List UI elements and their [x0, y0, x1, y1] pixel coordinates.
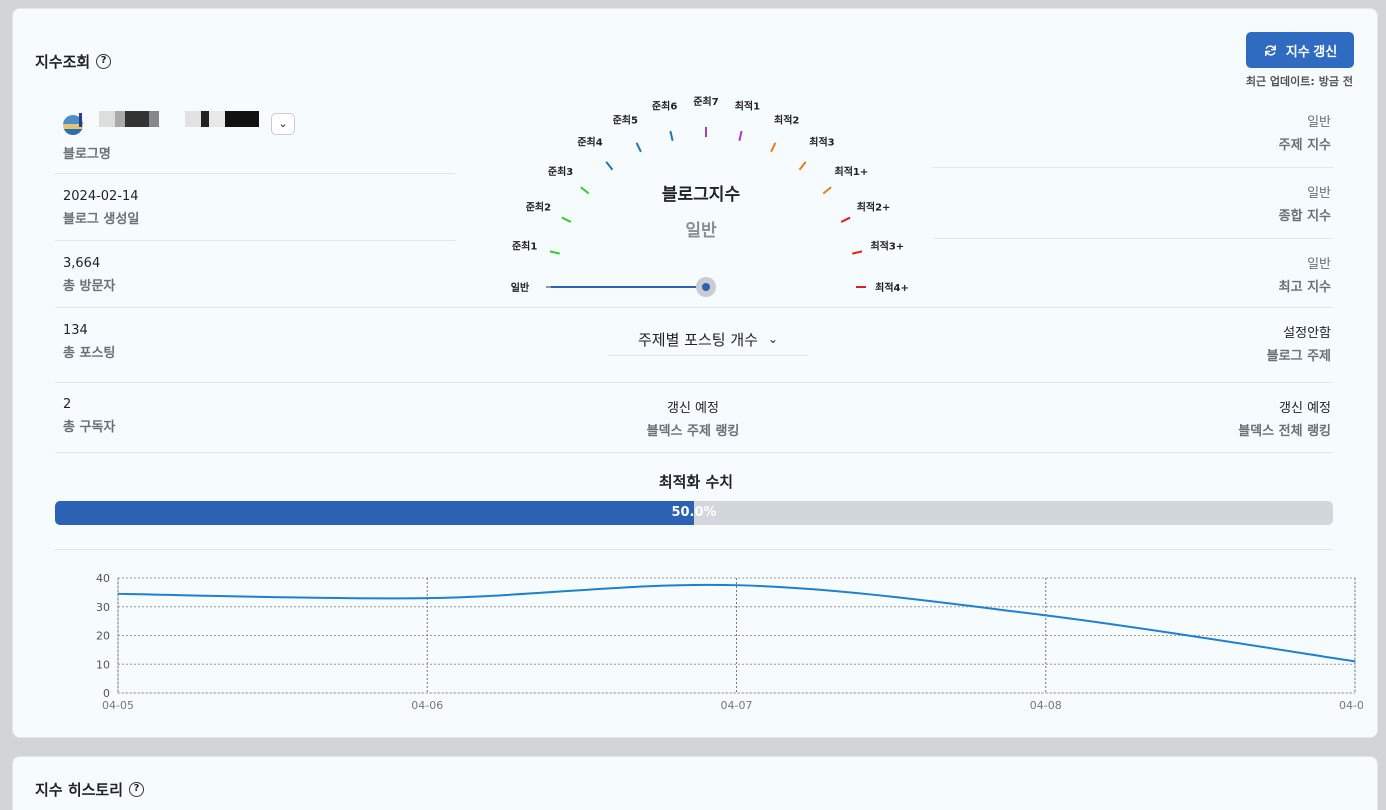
gauge-level-label: 준최1 — [512, 240, 537, 253]
gauge-level-label: 최적2+ — [857, 200, 891, 213]
index-lookup-card: 지수조회 ? 지수 갱신 최근 업데이트: 방금 전 ⌄ 블로그명 2024-02… — [12, 8, 1378, 738]
gauge-level-label: 준최7 — [693, 95, 718, 108]
stat-topic-index: 일반 주제 지수 — [1278, 115, 1331, 153]
stat-total-ranking: 갱신 예정 블덱스 전체 랭킹 — [1238, 401, 1331, 439]
divider — [55, 382, 1333, 383]
divider — [55, 173, 455, 174]
page-title: 지수조회 — [35, 53, 91, 71]
data-point — [426, 597, 428, 599]
gauge-level-label: 준최4 — [577, 136, 602, 149]
y-tick-label: 20 — [96, 630, 110, 643]
stat-visitors: 3,664 총 방문자 — [63, 256, 116, 294]
help-icon[interactable]: ? — [129, 782, 145, 797]
gauge-tick — [840, 216, 851, 223]
gauge-level-label: 일반 — [511, 281, 530, 294]
data-point — [1045, 614, 1047, 616]
gauge-level-label: 최적4+ — [875, 281, 909, 294]
stat-topic-ranking: 갱신 예정 블덱스 주제 랭킹 — [646, 401, 740, 439]
gauge-value: 일반 — [685, 221, 717, 241]
gauge-tick — [605, 161, 614, 171]
divider — [55, 452, 1333, 453]
gauge-level-label: 최적2 — [774, 113, 799, 126]
data-point — [736, 584, 737, 586]
gauge-level-label: 최적3 — [809, 136, 834, 149]
topic-dropdown-label: 주제별 포스팅 개수 — [638, 331, 758, 349]
chevron-down-icon: ⌄ — [278, 117, 288, 130]
history-title-row: 지수 히스토리 ? — [35, 779, 145, 800]
x-tick-label: 04-05 — [102, 699, 134, 712]
refresh-icon — [1264, 44, 1276, 56]
gauge-level-label: 준최6 — [652, 100, 677, 113]
gauge-title: 블로그지수 — [662, 185, 741, 205]
gauge-tick — [635, 142, 642, 153]
y-tick-label: 10 — [96, 658, 110, 671]
stat-created: 2024-02-14 블로그 생성일 — [63, 189, 140, 227]
x-tick-label: 04-07 — [721, 699, 753, 712]
y-tick-label: 40 — [96, 572, 110, 585]
stat-blog-topic: 설정안함 블로그 주제 — [1266, 326, 1331, 364]
refresh-index-button[interactable]: 지수 갱신 — [1246, 32, 1354, 68]
last-update: 최근 업데이트: 방금 전 — [1245, 75, 1353, 88]
blog-select-button[interactable]: ⌄ — [271, 113, 295, 135]
optimization-progress: 50.0% — [55, 501, 1333, 525]
gauge-level-label: 준최5 — [613, 113, 638, 126]
gauge-tick — [669, 130, 674, 141]
index-history-card: 지수 히스토리 ? — [12, 756, 1378, 810]
gauge-level-label: 최적1+ — [835, 165, 869, 178]
data-point — [1354, 660, 1356, 662]
optimization-title: 최적화 수치 — [658, 473, 734, 491]
index-line-chart: 01020304004-0504-0604-0704-0804-09 — [96, 572, 1363, 712]
x-tick-label: 04-08 — [1030, 699, 1062, 712]
blog-name-label: 블로그명 — [63, 147, 111, 162]
stat-posts: 134 총 포스팅 — [63, 323, 116, 361]
gauge-level-label: 최적1 — [735, 100, 760, 113]
stat-subscribers: 2 총 구독자 — [63, 397, 116, 435]
help-icon[interactable]: ? — [96, 54, 112, 69]
data-point — [117, 593, 119, 595]
gauge-tick — [852, 250, 863, 255]
gauge-level-label: 준최3 — [548, 165, 573, 178]
x-tick-label: 04-06 — [411, 699, 443, 712]
chevron-down-icon: ⌄ — [767, 332, 778, 346]
gauge-tick — [822, 186, 832, 195]
history-title: 지수 히스토리 — [35, 781, 124, 799]
stat-overall-index: 일반 종합 지수 — [1278, 186, 1331, 224]
topic-posting-dropdown[interactable]: 주제별 포스팅 개수 ⌄ — [608, 329, 808, 356]
gauge-tick — [738, 130, 743, 141]
gauge-level-label: 준최2 — [526, 200, 551, 213]
gauge-tick — [770, 142, 777, 153]
progress-label: 50.0% — [671, 505, 717, 520]
gauge-hub-dot — [702, 283, 710, 291]
gauge-tick — [549, 250, 560, 255]
blog-index-gauge: 일반준최1준최2준최3준최4준최5준최6 준최7 최적1최적2최적3최적1+최적2+… — [511, 95, 909, 297]
divider — [933, 238, 1333, 239]
gauge-level-label: 최적3+ — [870, 240, 904, 253]
divider — [55, 240, 455, 241]
gauge-tick — [580, 186, 590, 195]
gauge-tick — [798, 161, 807, 171]
y-tick-label: 30 — [96, 601, 110, 614]
stat-best-index: 일반 최고 지수 — [1278, 257, 1331, 295]
section-title: 지수조회 ? — [35, 51, 112, 72]
x-tick-label: 04-09 — [1339, 699, 1363, 712]
gauge-tick — [561, 216, 572, 223]
divider — [933, 167, 1333, 168]
refresh-label: 지수 갱신 — [1285, 43, 1338, 59]
divider — [55, 549, 1333, 550]
